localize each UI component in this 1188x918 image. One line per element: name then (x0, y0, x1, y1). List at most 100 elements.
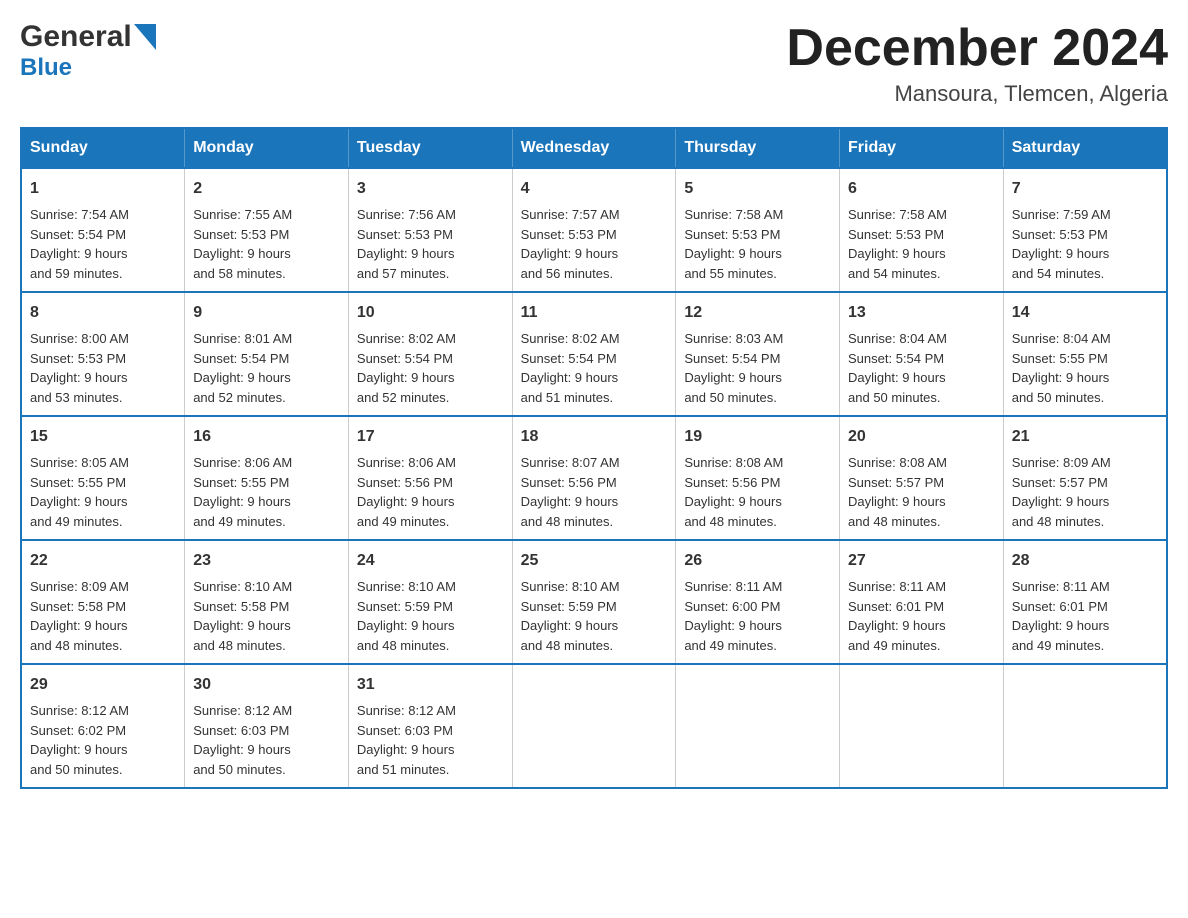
day-number: 7 (1012, 177, 1158, 201)
day-number: 23 (193, 549, 340, 573)
daylight-minutes: and 50 minutes. (1012, 388, 1158, 408)
sunrise-text: Sunrise: 7:58 AM (684, 205, 831, 225)
day-info: Sunrise: 7:59 AM Sunset: 5:53 PM Dayligh… (1012, 205, 1158, 283)
sunset-text: Sunset: 5:56 PM (357, 473, 504, 493)
daylight-minutes: and 49 minutes. (1012, 636, 1158, 656)
day-info: Sunrise: 8:10 AM Sunset: 5:58 PM Dayligh… (193, 577, 340, 655)
daylight-text: Daylight: 9 hours (357, 616, 504, 636)
sunset-text: Sunset: 5:53 PM (357, 225, 504, 245)
day-number: 8 (30, 301, 176, 325)
day-number: 16 (193, 425, 340, 449)
daylight-minutes: and 50 minutes. (30, 760, 176, 780)
daylight-text: Daylight: 9 hours (357, 244, 504, 264)
sunrise-text: Sunrise: 8:10 AM (521, 577, 668, 597)
calendar-cell: 7 Sunrise: 7:59 AM Sunset: 5:53 PM Dayli… (1003, 168, 1167, 292)
daylight-text: Daylight: 9 hours (684, 368, 831, 388)
daylight-text: Daylight: 9 hours (1012, 616, 1158, 636)
day-info: Sunrise: 8:07 AM Sunset: 5:56 PM Dayligh… (521, 453, 668, 531)
logo-triangle-icon (134, 24, 156, 50)
sunset-text: Sunset: 5:55 PM (30, 473, 176, 493)
sunrise-text: Sunrise: 8:12 AM (30, 701, 176, 721)
daylight-text: Daylight: 9 hours (30, 368, 176, 388)
calendar-cell: 28 Sunrise: 8:11 AM Sunset: 6:01 PM Dayl… (1003, 540, 1167, 664)
header-tuesday: Tuesday (348, 128, 512, 168)
calendar-week-row: 1 Sunrise: 7:54 AM Sunset: 5:54 PM Dayli… (21, 168, 1167, 292)
calendar-cell: 9 Sunrise: 8:01 AM Sunset: 5:54 PM Dayli… (185, 292, 349, 416)
daylight-minutes: and 48 minutes. (30, 636, 176, 656)
daylight-minutes: and 48 minutes. (193, 636, 340, 656)
calendar-cell (1003, 664, 1167, 788)
daylight-text: Daylight: 9 hours (848, 368, 995, 388)
daylight-minutes: and 51 minutes. (521, 388, 668, 408)
header-monday: Monday (185, 128, 349, 168)
calendar-cell: 14 Sunrise: 8:04 AM Sunset: 5:55 PM Dayl… (1003, 292, 1167, 416)
calendar-cell: 19 Sunrise: 8:08 AM Sunset: 5:56 PM Dayl… (676, 416, 840, 540)
day-info: Sunrise: 8:09 AM Sunset: 5:57 PM Dayligh… (1012, 453, 1158, 531)
daylight-minutes: and 59 minutes. (30, 264, 176, 284)
calendar-cell: 5 Sunrise: 7:58 AM Sunset: 5:53 PM Dayli… (676, 168, 840, 292)
sunrise-text: Sunrise: 8:10 AM (193, 577, 340, 597)
day-number: 5 (684, 177, 831, 201)
calendar-cell: 4 Sunrise: 7:57 AM Sunset: 5:53 PM Dayli… (512, 168, 676, 292)
calendar-table: Sunday Monday Tuesday Wednesday Thursday… (20, 127, 1168, 789)
day-info: Sunrise: 7:55 AM Sunset: 5:53 PM Dayligh… (193, 205, 340, 283)
header-sunday: Sunday (21, 128, 185, 168)
sunrise-text: Sunrise: 8:11 AM (848, 577, 995, 597)
calendar-week-row: 22 Sunrise: 8:09 AM Sunset: 5:58 PM Dayl… (21, 540, 1167, 664)
daylight-text: Daylight: 9 hours (357, 740, 504, 760)
sunset-text: Sunset: 5:57 PM (1012, 473, 1158, 493)
day-info: Sunrise: 7:54 AM Sunset: 5:54 PM Dayligh… (30, 205, 176, 283)
sunset-text: Sunset: 5:57 PM (848, 473, 995, 493)
daylight-text: Daylight: 9 hours (193, 740, 340, 760)
calendar-cell: 29 Sunrise: 8:12 AM Sunset: 6:02 PM Dayl… (21, 664, 185, 788)
calendar-cell: 1 Sunrise: 7:54 AM Sunset: 5:54 PM Dayli… (21, 168, 185, 292)
calendar-cell: 20 Sunrise: 8:08 AM Sunset: 5:57 PM Dayl… (840, 416, 1004, 540)
calendar-week-row: 29 Sunrise: 8:12 AM Sunset: 6:02 PM Dayl… (21, 664, 1167, 788)
logo-general-text: General (20, 20, 132, 54)
daylight-minutes: and 48 minutes. (684, 512, 831, 532)
day-number: 30 (193, 673, 340, 697)
sunset-text: Sunset: 5:55 PM (1012, 349, 1158, 369)
day-number: 25 (521, 549, 668, 573)
day-info: Sunrise: 8:06 AM Sunset: 5:55 PM Dayligh… (193, 453, 340, 531)
day-info: Sunrise: 8:10 AM Sunset: 5:59 PM Dayligh… (357, 577, 504, 655)
calendar-cell: 3 Sunrise: 7:56 AM Sunset: 5:53 PM Dayli… (348, 168, 512, 292)
day-info: Sunrise: 8:00 AM Sunset: 5:53 PM Dayligh… (30, 329, 176, 407)
daylight-text: Daylight: 9 hours (521, 244, 668, 264)
calendar-cell: 12 Sunrise: 8:03 AM Sunset: 5:54 PM Dayl… (676, 292, 840, 416)
calendar-cell: 2 Sunrise: 7:55 AM Sunset: 5:53 PM Dayli… (185, 168, 349, 292)
daylight-text: Daylight: 9 hours (684, 244, 831, 264)
day-info: Sunrise: 8:12 AM Sunset: 6:02 PM Dayligh… (30, 701, 176, 779)
day-info: Sunrise: 8:05 AM Sunset: 5:55 PM Dayligh… (30, 453, 176, 531)
day-info: Sunrise: 8:08 AM Sunset: 5:57 PM Dayligh… (848, 453, 995, 531)
daylight-text: Daylight: 9 hours (193, 244, 340, 264)
sunrise-text: Sunrise: 8:10 AM (357, 577, 504, 597)
sunset-text: Sunset: 5:55 PM (193, 473, 340, 493)
sunrise-text: Sunrise: 8:12 AM (193, 701, 340, 721)
month-year-title: December 2024 (786, 20, 1168, 77)
daylight-minutes: and 48 minutes. (848, 512, 995, 532)
header-thursday: Thursday (676, 128, 840, 168)
day-number: 31 (357, 673, 504, 697)
daylight-minutes: and 49 minutes. (684, 636, 831, 656)
daylight-minutes: and 48 minutes. (1012, 512, 1158, 532)
sunset-text: Sunset: 5:54 PM (848, 349, 995, 369)
day-number: 12 (684, 301, 831, 325)
calendar-week-row: 8 Sunrise: 8:00 AM Sunset: 5:53 PM Dayli… (21, 292, 1167, 416)
day-info: Sunrise: 8:02 AM Sunset: 5:54 PM Dayligh… (521, 329, 668, 407)
daylight-minutes: and 56 minutes. (521, 264, 668, 284)
sunrise-text: Sunrise: 8:03 AM (684, 329, 831, 349)
sunrise-text: Sunrise: 8:09 AM (1012, 453, 1158, 473)
sunrise-text: Sunrise: 8:06 AM (357, 453, 504, 473)
sunrise-text: Sunrise: 7:55 AM (193, 205, 340, 225)
calendar-cell: 15 Sunrise: 8:05 AM Sunset: 5:55 PM Dayl… (21, 416, 185, 540)
day-number: 26 (684, 549, 831, 573)
sunrise-text: Sunrise: 8:11 AM (684, 577, 831, 597)
daylight-text: Daylight: 9 hours (521, 368, 668, 388)
calendar-cell: 26 Sunrise: 8:11 AM Sunset: 6:00 PM Dayl… (676, 540, 840, 664)
logo-blue-text: Blue (20, 54, 72, 82)
sunrise-text: Sunrise: 8:04 AM (1012, 329, 1158, 349)
daylight-minutes: and 50 minutes. (684, 388, 831, 408)
day-number: 11 (521, 301, 668, 325)
day-number: 3 (357, 177, 504, 201)
